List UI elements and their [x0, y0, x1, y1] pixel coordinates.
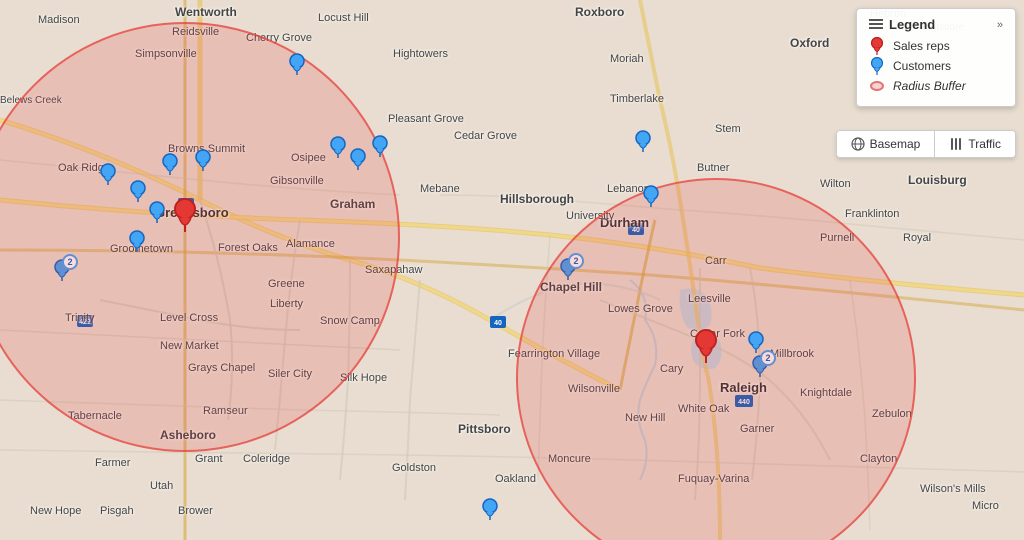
customer-pin-14[interactable] [643, 185, 659, 212]
sales-rep-pin-greensboro[interactable] [185, 237, 209, 276]
customer-pin-5[interactable] [195, 149, 211, 176]
svg-text:40: 40 [494, 320, 502, 327]
legend-item-sales-reps: Sales reps [869, 38, 1003, 54]
customer-pin-17[interactable] [482, 498, 498, 525]
svg-text:440: 440 [738, 399, 750, 406]
legend-list-icon [869, 18, 883, 32]
basemap-button[interactable]: Basemap [837, 131, 936, 157]
customer-pin-10[interactable] [350, 148, 366, 175]
sales-rep-pin-raleigh[interactable] [706, 368, 730, 407]
map-container: 85 40 421 40 440 Greensboro Durham Ralei… [0, 0, 1024, 540]
legend-title: Legend [889, 17, 935, 32]
traffic-icon [949, 137, 963, 151]
customer-pin-4[interactable] [162, 153, 178, 180]
legend-item-radius-buffer: Radius Buffer [869, 78, 1003, 94]
customer-pin-9[interactable] [330, 136, 346, 163]
globe-icon [851, 137, 865, 151]
legend-panel: Legend » Sales reps Cus [856, 8, 1016, 107]
legend-radius-label: Radius Buffer [893, 79, 966, 93]
customer-pin-6[interactable] [149, 201, 165, 228]
traffic-label: Traffic [968, 137, 1001, 151]
customer-pin-7[interactable] [129, 230, 145, 257]
customer-pin-2[interactable] [100, 163, 116, 190]
customer-pin-3[interactable] [130, 180, 146, 207]
svg-text:421: 421 [79, 319, 91, 326]
legend-collapse-button[interactable]: » [997, 19, 1003, 31]
customer-pin-1[interactable] [289, 53, 305, 80]
legend-radius-icon [869, 78, 885, 94]
legend-item-customers: Customers [869, 58, 1003, 74]
basemap-label: Basemap [870, 137, 921, 151]
customer-pin-11[interactable] [372, 135, 388, 162]
customer-pin-badged-1[interactable]: 2 [62, 286, 78, 313]
legend-sales-rep-icon [869, 38, 885, 54]
customer-pin-13[interactable] [635, 130, 651, 157]
svg-text:40: 40 [632, 227, 640, 234]
legend-customers-label: Customers [893, 59, 951, 73]
traffic-button[interactable]: Traffic [935, 131, 1015, 157]
customer-pin-badged-3[interactable]: 2 [760, 382, 776, 409]
customer-pin-15[interactable] [748, 331, 764, 358]
legend-customer-icon [869, 58, 885, 74]
map-controls-panel: Basemap Traffic [836, 130, 1016, 158]
legend-sales-reps-label: Sales reps [893, 39, 950, 53]
customer-pin-badged-2[interactable]: 2 [568, 285, 584, 312]
